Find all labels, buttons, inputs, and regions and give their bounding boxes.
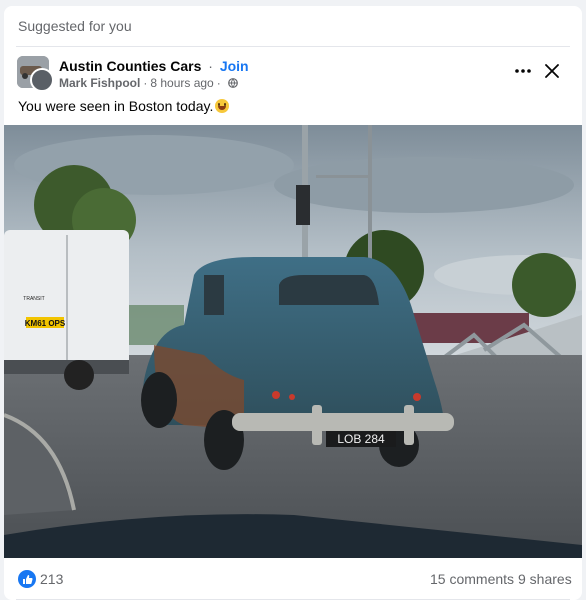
author-link[interactable]: Mark Fishpool	[59, 76, 140, 90]
car-plate-text: LOB 284	[337, 432, 385, 446]
van-plate-text: KM61 OPS	[25, 319, 66, 328]
meta-separator: ·	[143, 76, 148, 90]
photo-scene: KM61 OPS TRANSIT LOB 284	[4, 125, 582, 558]
post-text: You were seen in Boston today.	[18, 98, 230, 114]
close-icon	[545, 64, 559, 78]
author-avatar[interactable]	[30, 68, 54, 92]
close-button[interactable]	[542, 61, 562, 81]
suggested-label: Suggested for you	[18, 18, 132, 34]
thumbs-up-icon	[22, 574, 33, 584]
post-footer: 213 15 comments 9 shares	[4, 558, 582, 600]
group-name-link[interactable]: Austin Counties Cars	[59, 58, 201, 74]
grinning-face-emoji-icon	[215, 99, 230, 113]
post-header-title: Austin Counties Cars · Join	[59, 58, 249, 74]
meta-separator-2: ·	[216, 76, 221, 90]
post-meta: Mark Fishpool · 8 hours ago ·	[59, 76, 238, 90]
comments-link[interactable]: 15 comments	[430, 571, 514, 587]
post-card: Suggested for you Austin Counties Cars ·…	[4, 6, 582, 600]
globe-icon	[227, 78, 238, 88]
like-count[interactable]: 213	[40, 571, 63, 587]
header-divider	[16, 46, 570, 47]
join-button[interactable]: Join	[220, 58, 249, 74]
post-time[interactable]: 8 hours ago	[150, 76, 213, 90]
more-horizontal-icon	[515, 69, 531, 73]
shares-link[interactable]: 9 shares	[518, 571, 572, 587]
van-badge-text: TRANSIT	[23, 296, 44, 302]
post-photo[interactable]: KM61 OPS TRANSIT LOB 284	[4, 125, 582, 558]
like-icon[interactable]	[18, 570, 36, 588]
post-text-content: You were seen in Boston today.	[18, 98, 214, 114]
more-options-button[interactable]	[512, 62, 534, 80]
title-separator: ·	[208, 58, 213, 74]
